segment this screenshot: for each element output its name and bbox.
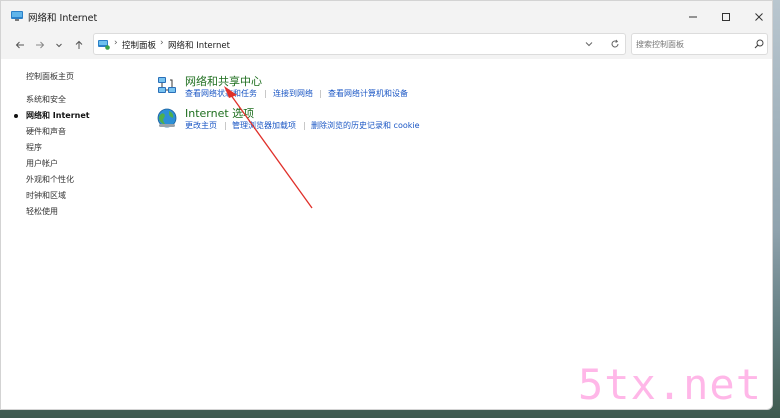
breadcrumb-control-panel[interactable]: 控制面板 [122,39,156,51]
link-view-network-computers[interactable]: 查看网络计算机和设备 [328,88,408,99]
refresh-icon[interactable] [610,39,620,49]
internet-options-icon[interactable] [156,107,178,129]
watermark-text: 5tx.net [578,360,763,409]
breadcrumb-separator: › [160,38,164,48]
arrow-right-icon [36,41,45,49]
breadcrumb-separator: › [114,38,118,48]
link-change-home-page[interactable]: 更改主页 [185,120,217,131]
close-icon [755,13,763,21]
search-icon[interactable] [754,39,764,49]
link-view-network-status[interactable]: 查看网络状态和任务 [185,88,257,99]
sidebar-home-link[interactable]: 控制面板主页 [26,71,74,82]
maximize-button[interactable] [710,5,742,29]
sidebar-item-programs[interactable]: 程序 [26,142,42,153]
link-divider [304,122,305,130]
control-panel-icon [98,40,110,50]
window-title: 网络和 Internet [28,13,98,24]
navigation-bar: › 控制面板 › 网络和 Internet [1,31,772,59]
arrow-up-icon [75,40,83,49]
control-panel-window: 网络和 Internet › 控制面板 › 网络和 Internet 搜索控制面… [0,0,773,410]
up-button[interactable] [71,37,87,53]
link-divider [225,122,226,130]
link-manage-addons[interactable]: 管理浏览器加载项 [232,120,296,131]
forward-button[interactable] [32,37,48,53]
link-delete-history[interactable]: 删除浏览的历史记录和 cookie [311,120,420,131]
minimize-icon [689,16,697,18]
minimize-button[interactable] [677,5,709,29]
link-divider [265,90,266,98]
recent-locations-button[interactable] [51,37,67,53]
address-bar[interactable]: › 控制面板 › 网络和 Internet [93,33,626,55]
title-bar: 网络和 Internet [1,1,772,31]
sidebar-item-appearance[interactable]: 外观和个性化 [26,174,74,185]
arrow-left-icon [15,41,24,49]
network-sharing-center-icon[interactable] [156,75,178,97]
network-sharing-center-title[interactable]: 网络和共享中心 [185,73,262,89]
chevron-down-icon [56,43,62,48]
sidebar-item-ease-of-access[interactable]: 轻松使用 [26,206,58,217]
sidebar-item-system-security[interactable]: 系统和安全 [26,94,66,105]
internet-options-title[interactable]: Internet 选项 [185,105,254,121]
search-box[interactable] [631,33,768,55]
link-connect-to-network[interactable]: 连接到网络 [273,88,313,99]
search-input[interactable] [636,37,746,52]
breadcrumb-network-internet[interactable]: 网络和 Internet [168,39,230,51]
back-button[interactable] [12,37,28,53]
sidebar-item-network-internet[interactable]: 网络和 Internet [26,110,90,121]
chevron-down-icon[interactable] [584,39,594,49]
sidebar-item-hardware-sound[interactable]: 硬件和声音 [26,126,66,137]
link-divider [320,90,321,98]
sidebar-item-clock-region[interactable]: 时钟和区域 [26,190,66,201]
network-window-icon [11,11,23,21]
active-indicator [14,114,18,118]
close-button[interactable] [743,5,772,29]
maximize-icon [722,13,730,21]
sidebar-item-user-accounts[interactable]: 用户帐户 [26,158,58,169]
